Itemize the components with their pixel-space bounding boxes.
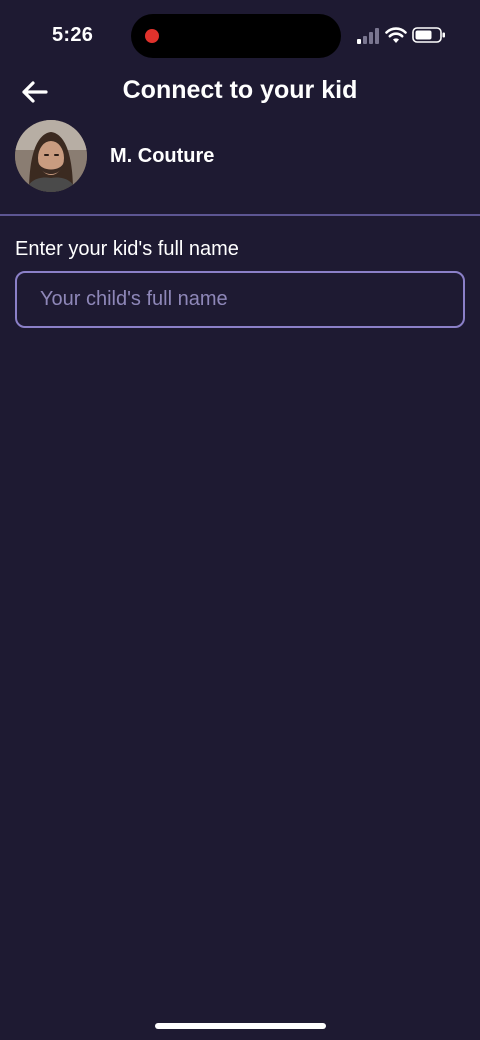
header: Connect to your kid xyxy=(0,70,480,114)
avatar xyxy=(15,120,87,192)
signal-icon xyxy=(357,28,379,44)
wifi-icon xyxy=(385,27,407,43)
battery-icon xyxy=(412,27,445,43)
page-title: Connect to your kid xyxy=(122,76,358,104)
recording-indicator-icon xyxy=(145,29,159,43)
kid-name-label: Enter your kid's full name xyxy=(15,238,239,260)
profile-name: M. Couture xyxy=(110,144,215,167)
home-indicator[interactable] xyxy=(155,1023,326,1029)
kid-name-input[interactable] xyxy=(15,271,465,328)
divider xyxy=(0,214,480,216)
profile-card: M. Couture xyxy=(15,120,214,192)
status-bar: 5:26 xyxy=(0,0,480,72)
avatar-photo-icon xyxy=(15,120,87,192)
status-time: 5:26 xyxy=(52,24,94,46)
dynamic-island xyxy=(131,14,341,58)
